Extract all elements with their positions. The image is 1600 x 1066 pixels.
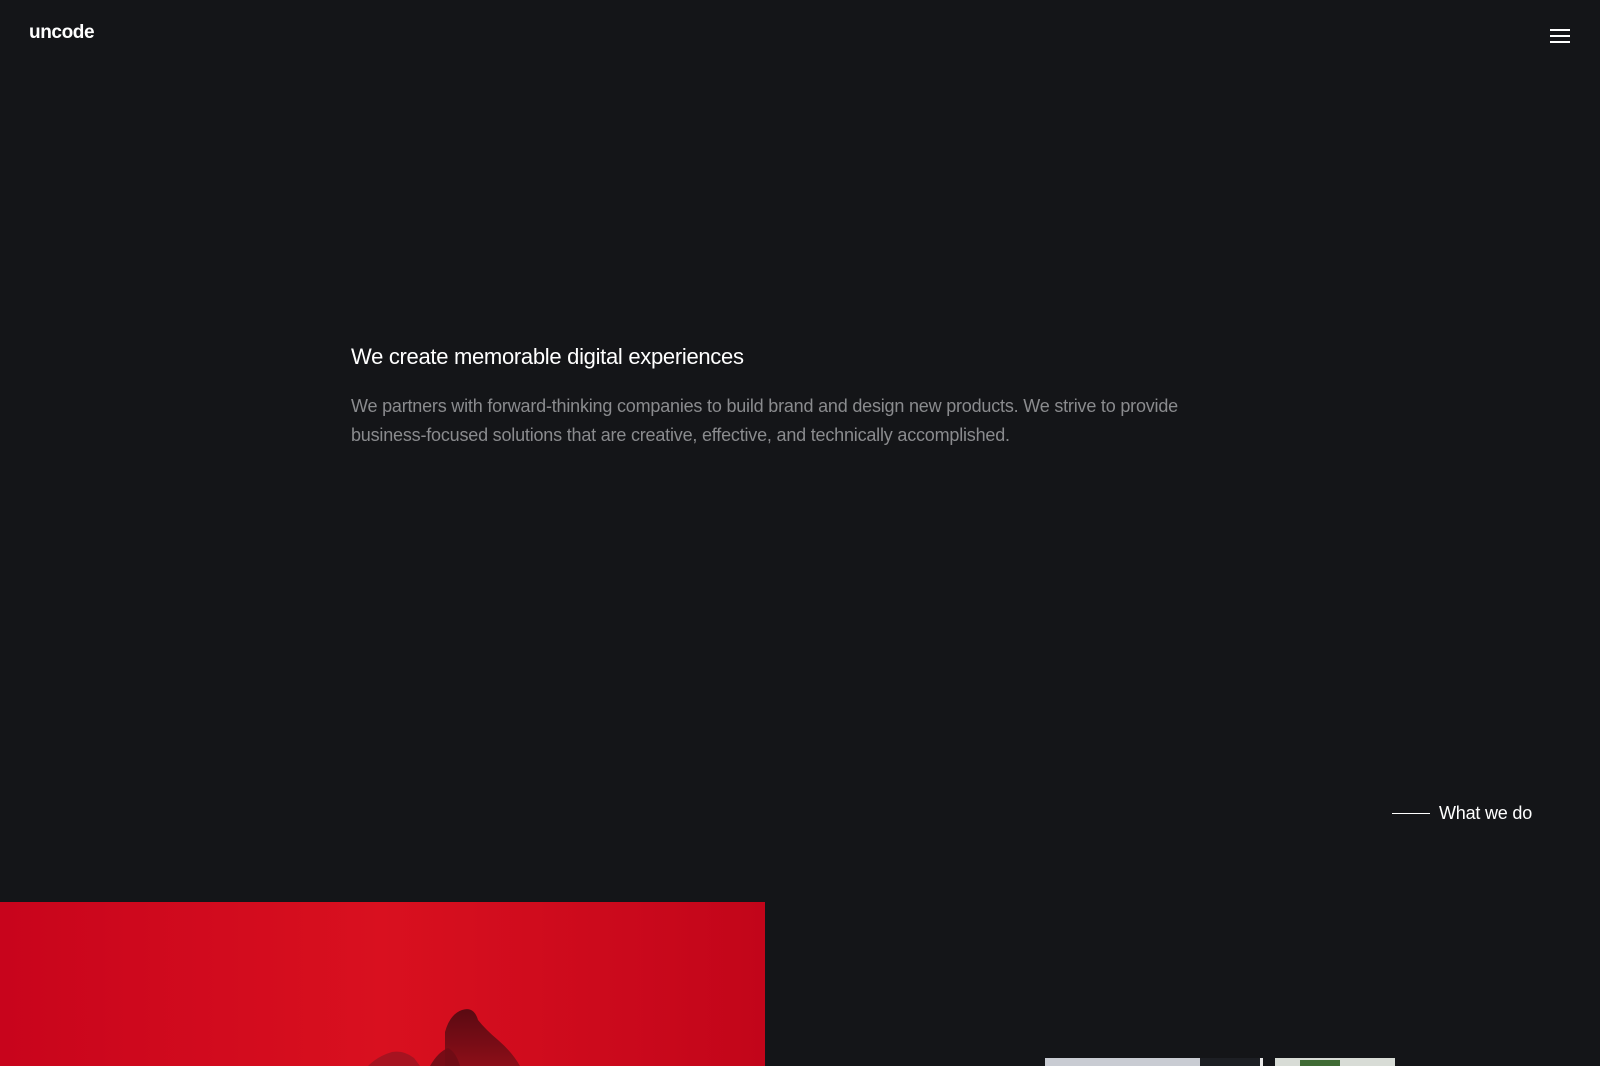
link-line-decoration (1392, 812, 1430, 814)
hero-description: We partners with forward-thinking compan… (351, 396, 1178, 445)
page: uncode We create memorable digital exper… (0, 0, 1600, 1066)
hero-title: We create memorable digital experiences (351, 344, 744, 369)
hamburger-menu-icon[interactable] (1548, 24, 1572, 48)
portfolio-image-secondary[interactable] (1045, 1058, 1395, 1066)
portfolio-image-red[interactable] (0, 902, 765, 1066)
secondary-thumbnail-image (1045, 1058, 1395, 1066)
hero-section: We create memorable digital experiences … (351, 342, 1221, 450)
what-we-do-label: What we do (1439, 803, 1533, 823)
site-logo[interactable]: uncode (29, 20, 95, 46)
what-we-do-link[interactable]: What we do (1392, 801, 1532, 825)
red-fabric-image (0, 902, 765, 1066)
